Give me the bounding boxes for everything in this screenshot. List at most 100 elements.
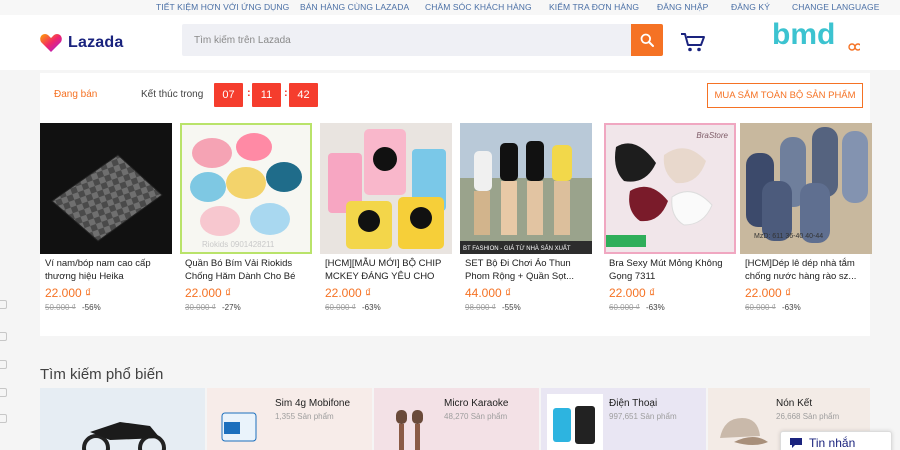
category-count: 26,668 Sản phẩm: [776, 412, 840, 421]
side-toolbar: [0, 292, 10, 432]
lazada-heart-icon: [40, 34, 62, 52]
category-card[interactable]: Micro Karaoke 48,270 Sản phẩm: [374, 388, 539, 450]
product-old-price: 30.000 ₫: [185, 303, 216, 312]
bmd-watermark: bmd: [770, 16, 862, 56]
side-toolbar-icon[interactable]: [0, 332, 7, 341]
link-login[interactable]: ĐĂNG NHẬP: [657, 2, 708, 12]
product-name: SET Bộ Đi Chơi Áo Thun Phom Rộng + Quần …: [465, 258, 575, 282]
category-card[interactable]: [40, 388, 205, 450]
product-price: 22.000 ₫: [745, 286, 792, 300]
product-card[interactable]: [HCM][MẪU MỚI] BỘ CHIP MCKEY ĐÁNG YÊU CH…: [320, 123, 452, 333]
category-card[interactable]: Điện Thoại 997,651 Sản phẩm: [541, 388, 706, 450]
category-count: 48,270 Sản phẩm: [444, 412, 508, 421]
logo-text: Lazada: [68, 34, 124, 51]
bra-image: [606, 143, 713, 247]
side-toolbar-icon[interactable]: [0, 360, 7, 369]
lazada-logo[interactable]: Lazada: [40, 32, 123, 54]
link-signup[interactable]: ĐĂNG KÝ: [731, 2, 770, 12]
top-utility-bar: TIẾT KIỆM HƠN VỚI ỨNG DỤNG BÁN HÀNG CÙNG…: [0, 0, 900, 15]
wallet-image: [51, 154, 163, 242]
search-button[interactable]: [631, 24, 663, 56]
product-discount: -55%: [502, 303, 521, 312]
header: Lazada bmd: [0, 15, 900, 70]
motorbike-image: [82, 422, 166, 450]
product-discount: -63%: [782, 303, 801, 312]
product-image: MzD: 611 36-40 40-44: [740, 123, 872, 254]
product-name: [HCM]Dép lê dép nhà tắm chống nước hàng …: [745, 258, 857, 282]
countdown-separator: :: [247, 87, 251, 99]
product-discount: -27%: [222, 303, 241, 312]
category-name: Micro Karaoke: [444, 398, 509, 409]
product-card[interactable]: MzD: 611 36-40 40-44 [HCM]Dép lê dép nhà…: [740, 123, 872, 333]
phone-image: [547, 394, 603, 450]
product-old-price: 60.000 ₫: [325, 303, 356, 312]
product-name: Ví nam/bóp nam cao cấp thương hiệu Heika: [45, 258, 151, 282]
link-change-language[interactable]: CHANGE LANGUAGE: [792, 2, 879, 12]
category-count: 997,651 Sản phẩm: [609, 412, 677, 421]
countdown-separator: :: [284, 87, 288, 99]
product-price: 22.000 ₫: [325, 286, 372, 300]
product-card[interactable]: Ví nam/bóp nam cao cấp thương hiệu Heika…: [40, 123, 172, 333]
product-discount: -63%: [646, 303, 665, 312]
product-discount: -56%: [82, 303, 101, 312]
product-image: BraStore: [604, 123, 736, 254]
image-banner-text: BT FASHION - GIÁ TỪ NHÀ SẢN XUẤT: [463, 246, 571, 252]
diaper-pants-image: [190, 133, 302, 236]
microphone-image: [396, 410, 423, 450]
product-old-price: 60.000 ₫: [745, 303, 776, 312]
product-card[interactable]: BT FASHION - GIÁ TỪ NHÀ SẢN XUẤT SET Bộ …: [460, 123, 592, 333]
kids-outfit-image: [328, 129, 446, 249]
category-count: 1,355 Sản phẩm: [275, 412, 334, 421]
product-name: Quần Bó Bím Vải Riokids Chống Hăm Dành C…: [185, 258, 296, 282]
product-image: [40, 123, 172, 254]
product-old-price: 60.000 ₫: [609, 303, 640, 312]
image-size-text: MzD: 611 36-40 40-44: [754, 233, 824, 240]
countdown-minutes: 11: [252, 83, 281, 107]
popular-searches-title: Tìm kiếm phổ biến: [40, 366, 164, 383]
category-card[interactable]: Sim 4g Mobifone 1,355 Sản phẩm: [207, 388, 372, 450]
link-save-with-app[interactable]: TIẾT KIỆM HƠN VỚI ỨNG DỤNG: [156, 2, 289, 12]
sim-card-image: [221, 412, 257, 442]
product-image: Riokids 0901428211: [180, 123, 312, 254]
product-image: [320, 123, 452, 254]
countdown-seconds: 42: [289, 83, 318, 107]
product-card[interactable]: Riokids 0901428211 Quần Bó Bím Vải Rioki…: [180, 123, 312, 333]
category-name: Sim 4g Mobifone: [275, 398, 351, 409]
product-name: [HCM][MẪU MỚI] BỘ CHIP MCKEY ĐÁNG YÊU CH…: [325, 258, 442, 282]
product-price: 22.000 ₫: [45, 286, 92, 300]
flash-sale-panel: Đang bán Kết thúc trong 07 : 11 : 42 MUA…: [40, 73, 872, 336]
link-customer-care[interactable]: CHĂM SÓC KHÁCH HÀNG: [425, 2, 532, 12]
product-discount: -63%: [362, 303, 381, 312]
product-price: 22.000 ₫: [185, 286, 232, 300]
search-input[interactable]: [182, 24, 632, 56]
cap-image: [720, 418, 768, 445]
product-price: 22.000 ₫: [609, 286, 656, 300]
side-toolbar-icon[interactable]: [0, 388, 7, 397]
product-old-price: 98.000 ₫: [465, 303, 496, 312]
shop-all-button[interactable]: MUA SẮM TOÀN BỘ SẢN PHẨM: [707, 83, 863, 108]
on-sale-label: Đang bán: [54, 89, 98, 100]
search-box: [182, 24, 632, 56]
bmd-logo-icon: bmd: [772, 18, 862, 51]
category-name: Điện Thoại: [609, 398, 658, 409]
ends-in-label: Kết thúc trong: [141, 89, 204, 100]
side-toolbar-icon[interactable]: [0, 300, 7, 309]
svg-text:bmd: bmd: [772, 18, 835, 51]
flash-sale-header: Đang bán Kết thúc trong 07 : 11 : 42 MUA…: [40, 73, 870, 119]
chat-label: Tin nhắn: [809, 436, 856, 450]
product-list: Ví nam/bóp nam cao cấp thương hiệu Heika…: [40, 123, 872, 333]
side-toolbar-icon[interactable]: [0, 414, 7, 423]
product-price: 44.000 ₫: [465, 286, 512, 300]
product-card[interactable]: BraStore Bra Sexy Mút Mỏng Không Gọng 73…: [604, 123, 736, 333]
popular-categories: Sim 4g Mobifone 1,355 Sản phẩm Micro Kar…: [40, 388, 870, 450]
chat-widget[interactable]: Tin nhắn: [780, 431, 892, 450]
fashion-models-image: [460, 123, 592, 254]
search-icon: [640, 33, 654, 47]
image-watermark-text: Riokids 0901428211: [202, 240, 275, 249]
link-track-order[interactable]: KIỂM TRA ĐƠN HÀNG: [549, 2, 639, 12]
chat-bubble-icon: [790, 438, 802, 448]
cart-icon[interactable]: [680, 31, 706, 53]
countdown-hours: 07: [214, 83, 243, 107]
image-brand-text: BraStore: [696, 131, 728, 140]
link-sell-on-lazada[interactable]: BÁN HÀNG CÙNG LAZADA: [300, 2, 409, 12]
